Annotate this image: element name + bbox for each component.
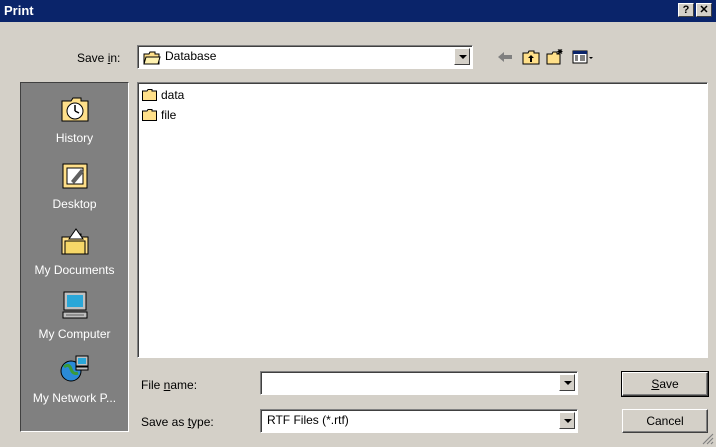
folder-icon xyxy=(142,89,157,101)
chevron-down-icon[interactable] xyxy=(559,374,575,391)
my-documents-icon xyxy=(61,228,88,255)
file-name-input[interactable] xyxy=(260,371,578,395)
folder-icon xyxy=(142,109,157,121)
view-menu-icon[interactable] xyxy=(572,48,596,66)
new-folder-icon[interactable] xyxy=(546,48,564,66)
save-in-label: Save in: xyxy=(77,51,121,65)
window-title: Print xyxy=(4,3,34,18)
place-history[interactable]: History xyxy=(21,93,128,145)
title-bar: Print ? ✕ xyxy=(0,0,716,22)
back-arrow-icon[interactable] xyxy=(496,48,514,66)
save-as-type-label: Save as type: xyxy=(141,415,214,429)
save-button[interactable]: Save xyxy=(621,371,709,397)
close-button[interactable]: ✕ xyxy=(696,3,712,17)
help-button[interactable]: ? xyxy=(678,3,694,17)
save-in-value: Database xyxy=(165,49,217,63)
chevron-down-icon[interactable] xyxy=(454,48,470,65)
place-my-network[interactable]: My Network P... xyxy=(21,353,128,405)
place-desktop[interactable]: Desktop xyxy=(21,159,128,211)
up-folder-icon[interactable] xyxy=(522,48,540,66)
chevron-down-icon[interactable] xyxy=(559,412,575,429)
folder-open-icon xyxy=(143,51,161,65)
place-my-documents[interactable]: My Documents xyxy=(21,225,128,277)
my-network-icon xyxy=(60,355,88,382)
place-my-computer[interactable]: My Computer xyxy=(21,289,128,341)
file-name-label: File name: xyxy=(141,378,198,392)
cancel-button[interactable]: Cancel xyxy=(622,409,708,433)
save-in-dropdown[interactable]: Database xyxy=(137,45,473,69)
my-computer-icon xyxy=(62,291,87,319)
history-icon xyxy=(61,97,88,122)
places-bar: History Desktop My Documents My Computer xyxy=(20,82,129,432)
save-as-type-dropdown[interactable]: RTF Files (*.rtf) xyxy=(260,409,578,433)
resize-grip-icon[interactable] xyxy=(700,431,714,445)
desktop-icon xyxy=(62,163,87,189)
file-list[interactable]: data file xyxy=(137,82,708,358)
